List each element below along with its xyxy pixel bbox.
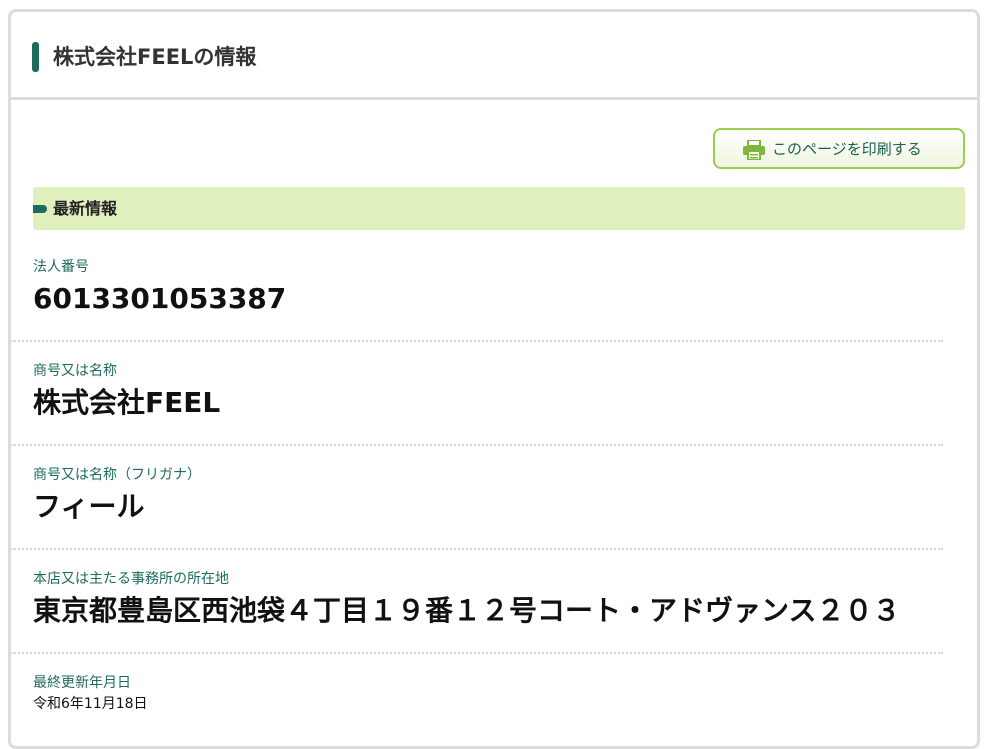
field-value: 東京都豊島区西池袋４丁目１９番１２号コート・アドヴァンス２０３ (33, 594, 901, 627)
print-page-button[interactable]: このページを印刷する (713, 128, 965, 169)
field-value: 6013301053387 (33, 282, 287, 315)
page-title: 株式会社FEELの情報 (53, 45, 257, 69)
field-label: 最終更新年月日 (33, 675, 131, 691)
section-marker (33, 205, 47, 213)
field-label: 商号又は名称（フリガナ） (33, 467, 201, 483)
section-header: 最新情報 (33, 187, 965, 230)
print-button-label: このページを印刷する (772, 140, 922, 158)
field-value: フィール (33, 490, 145, 523)
title-accent-bar (32, 42, 39, 72)
divider (11, 548, 943, 550)
company-info-panel: 株式会社FEELの情報 このページを印刷する 最新情報 法人番号 6013301… (8, 9, 980, 749)
printer-icon (743, 140, 765, 160)
divider (11, 340, 943, 342)
divider (11, 652, 943, 654)
field-value: 令和6年11月18日 (33, 696, 148, 712)
field-label: 本店又は主たる事務所の所在地 (33, 571, 229, 587)
field-value: 株式会社FEEL (33, 386, 221, 419)
field-label: 法人番号 (33, 259, 89, 275)
divider (11, 444, 943, 446)
field-label: 商号又は名称 (33, 363, 117, 379)
section-title: 最新情報 (53, 199, 118, 218)
panel-header: 株式会社FEELの情報 (11, 12, 977, 100)
